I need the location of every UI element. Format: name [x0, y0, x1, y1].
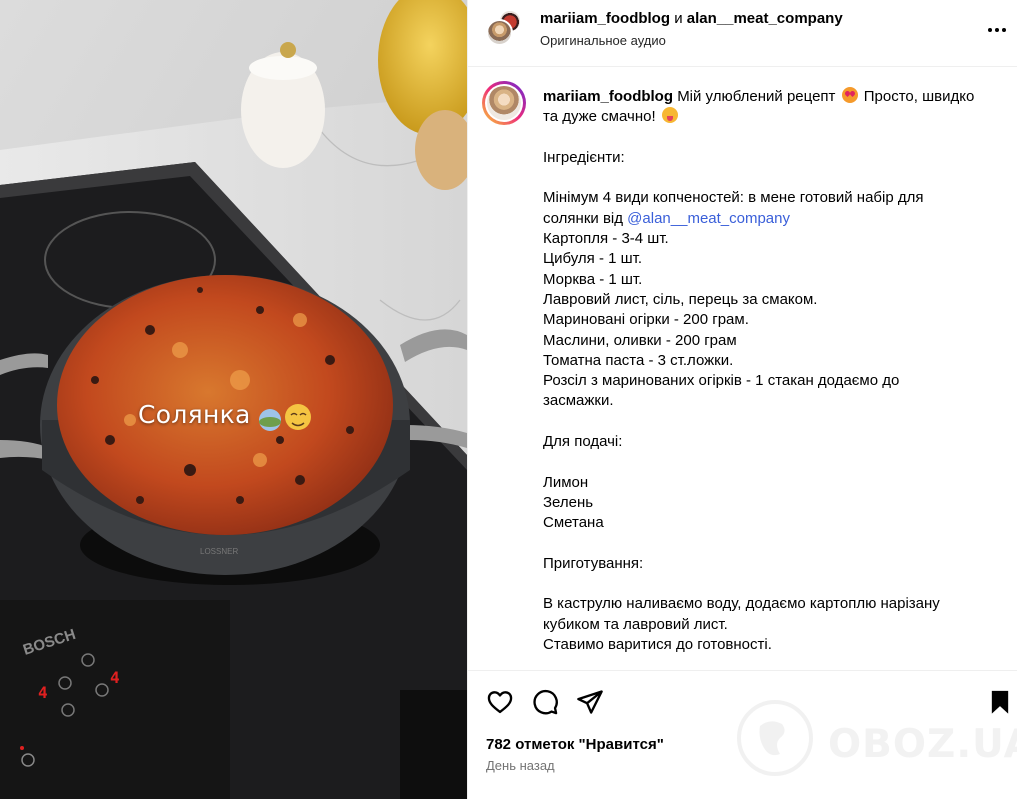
caption-line: солянки від @alan__meat_company — [543, 209, 1003, 229]
caption-line: mariiam_foodblog Мій улюблений рецепт Пр… — [543, 87, 1003, 107]
share-button[interactable] — [576, 688, 604, 716]
caption-text: Мій улюблений рецепт — [677, 88, 836, 105]
comment-icon — [533, 689, 558, 715]
more-options-button[interactable] — [985, 18, 1009, 42]
watermark-globe-icon — [737, 700, 813, 776]
ingredient-item: Томатна паста - 3 ст.ложки. — [543, 351, 734, 369]
post-caption: mariiam_foodblog Мій улюблений рецепт Пр… — [543, 87, 1003, 655]
author-link[interactable]: mariiam_foodblog — [540, 10, 670, 27]
tongue-face-icon — [661, 107, 678, 124]
caption-text: Просто, швидко — [863, 88, 975, 105]
audio-link[interactable]: Оригинальное аудио — [540, 33, 666, 48]
caption-area: mariiam_foodblog Мій улюблений рецепт Пр… — [468, 67, 1017, 671]
ingredient-item: Лавровий лист, сіль, перець за смаком. — [543, 290, 818, 308]
hob-digit-2: 4 — [110, 668, 120, 687]
ingredient-item: Розсіл з маринованих огірків - 1 стакан … — [543, 372, 900, 390]
ingredient-item: Маслини, оливки - 200 грам — [543, 331, 737, 349]
heart-eyes-icon — [841, 87, 858, 103]
ingredients-title: Інгредієнти: — [543, 148, 625, 166]
caption-author-avatar[interactable] — [482, 81, 526, 125]
bookmark-icon — [991, 690, 1009, 714]
serving-item: Зелень — [543, 493, 594, 511]
ingredient-item: Картопля - 3-4 шт. — [543, 230, 669, 248]
caption-text: та дуже смачно! — [543, 108, 656, 126]
hob-digit-1: 4 — [38, 683, 48, 702]
watermark: OBOZ.UA — [730, 698, 1017, 778]
author-avatar[interactable] — [486, 19, 513, 46]
likes-count[interactable]: 782 отметок "Нравится" — [486, 736, 664, 753]
serving-title: Для подачі: — [543, 433, 623, 451]
ingredient-item: засмажки. — [543, 392, 614, 410]
collab-author-link[interactable]: alan__meat_company — [687, 10, 843, 27]
caption-line: та дуже смачно! — [543, 107, 1003, 127]
caption-line: Мінімум 4 види копченостей: в мене готов… — [543, 189, 924, 207]
ingredient-item: Мариновані огірки - 200 грам. — [543, 311, 749, 329]
serving-item: Сметана — [543, 514, 604, 532]
post-header: mariiam_foodblog и alan__meat_company Ор… — [468, 0, 1017, 67]
post-panel: mariiam_foodblog и alan__meat_company Ор… — [467, 0, 1017, 799]
prep-title: Приготування: — [543, 554, 644, 572]
ingredient-item: Морква - 1 шт. — [543, 270, 643, 288]
post-timestamp[interactable]: День назад — [486, 758, 555, 773]
more-dots-icon — [988, 28, 1006, 32]
author-conjunction: и — [674, 10, 683, 27]
post-media[interactable]: BOSCH 4 4 LOSSNER Солянка — [0, 0, 467, 799]
serving-item: Лимон — [543, 473, 589, 491]
prep-step: В каструлю наливаємо воду, додаємо карто… — [543, 595, 940, 613]
save-button[interactable] — [986, 688, 1014, 716]
send-icon — [577, 690, 603, 714]
prep-step: Ставимо варитися до готовності. — [543, 636, 772, 654]
caption-text: солянки від — [543, 209, 628, 227]
comment-button[interactable] — [531, 688, 559, 716]
watermark-text: OBOZ.UA — [828, 722, 1017, 767]
pot-brand: LOSSNER — [200, 547, 238, 556]
post-authors: mariiam_foodblog и alan__meat_company — [540, 10, 843, 27]
post-actions: OBOZ.UA 782 отметок "Нравится" День наза… — [468, 672, 1017, 799]
mention-link[interactable]: @alan__meat_company — [627, 210, 790, 227]
ingredient-item: Цибуля - 1 шт. — [543, 250, 643, 268]
heart-icon — [487, 691, 513, 714]
like-button[interactable] — [486, 688, 514, 716]
caption-username[interactable]: mariiam_foodblog — [543, 88, 673, 105]
video-overlay-caption: Солянка — [138, 400, 251, 429]
prep-step: кубиком та лавровий лист. — [543, 615, 728, 633]
